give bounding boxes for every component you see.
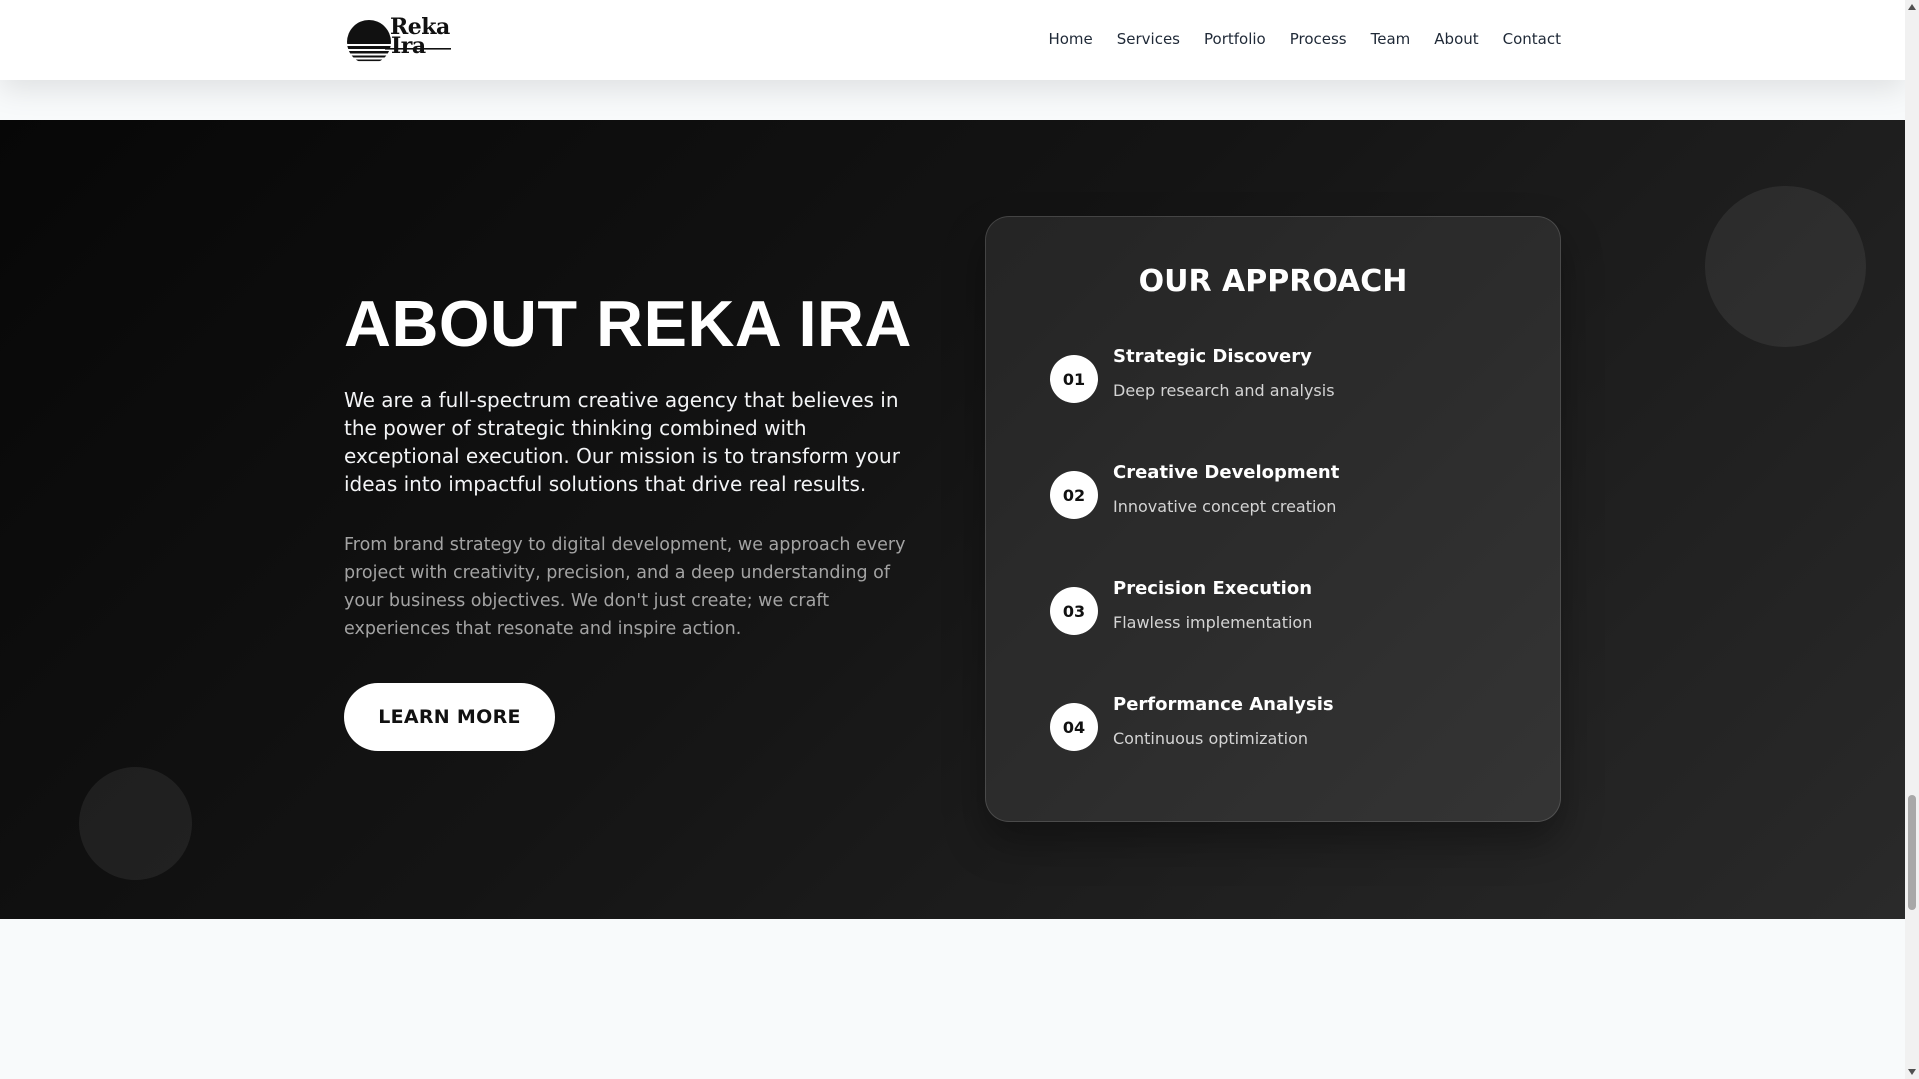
page: Reka Ira Home Services Portfolio Process…	[0, 0, 1905, 1079]
approach-card: OUR APPROACH 01 Strategic Discovery Deep…	[985, 216, 1561, 822]
learn-more-button[interactable]: LEARN MORE	[344, 683, 555, 751]
step-title: Precision Execution	[1113, 578, 1313, 599]
step-title: Strategic Discovery	[1113, 346, 1312, 367]
about-section: ABOUT REKA IRA We are a full-spectrum cr…	[0, 120, 1905, 919]
main-nav: Home Services Portfolio Process Team Abo…	[1048, 30, 1561, 48]
nav-process[interactable]: Process	[1290, 30, 1347, 48]
step-description: Flawless implementation	[1113, 613, 1313, 632]
page-scrollbar[interactable]	[1905, 0, 1919, 1079]
nav-about[interactable]: About	[1434, 30, 1478, 48]
scroll-up-arrow-icon[interactable]	[1908, 4, 1916, 10]
brand-wordmark[interactable]: Reka Ira	[390, 16, 450, 57]
decorative-circle	[79, 767, 192, 880]
step-description: Deep research and analysis	[1113, 381, 1335, 400]
step-number-badge: 02	[1050, 471, 1098, 519]
about-body-paragraph: From brand strategy to digital developme…	[344, 535, 906, 639]
step-title: Performance Analysis	[1113, 694, 1334, 715]
step-number-badge: 03	[1050, 587, 1098, 635]
decorative-circle	[1705, 186, 1866, 347]
about-lead-paragraph: We are a full-spectrum creative agency t…	[344, 388, 900, 496]
step-number-badge: 04	[1050, 703, 1098, 751]
approach-title: OUR APPROACH	[1138, 264, 1408, 299]
approach-step: 01 Strategic Discovery Deep research and…	[1050, 345, 1510, 415]
approach-step: 02 Creative Development Innovative conce…	[1050, 461, 1510, 531]
approach-step: 03 Precision Execution Flawless implemen…	[1050, 577, 1510, 647]
about-title: ABOUT REKA IRA	[344, 287, 912, 360]
step-description: Continuous optimization	[1113, 729, 1308, 748]
approach-step: 04 Performance Analysis Continuous optim…	[1050, 693, 1510, 763]
step-title: Creative Development	[1113, 462, 1340, 483]
nav-home[interactable]: Home	[1048, 30, 1092, 48]
site-header: Reka Ira Home Services Portfolio Process…	[0, 0, 1905, 80]
scrollbar-thumb[interactable]	[1908, 795, 1916, 910]
nav-team[interactable]: Team	[1371, 30, 1411, 48]
step-description: Innovative concept creation	[1113, 497, 1337, 516]
nav-services[interactable]: Services	[1117, 30, 1180, 48]
scroll-down-arrow-icon[interactable]	[1908, 1069, 1916, 1075]
nav-contact[interactable]: Contact	[1503, 30, 1561, 48]
step-number-badge: 01	[1050, 355, 1098, 403]
nav-portfolio[interactable]: Portfolio	[1204, 30, 1266, 48]
